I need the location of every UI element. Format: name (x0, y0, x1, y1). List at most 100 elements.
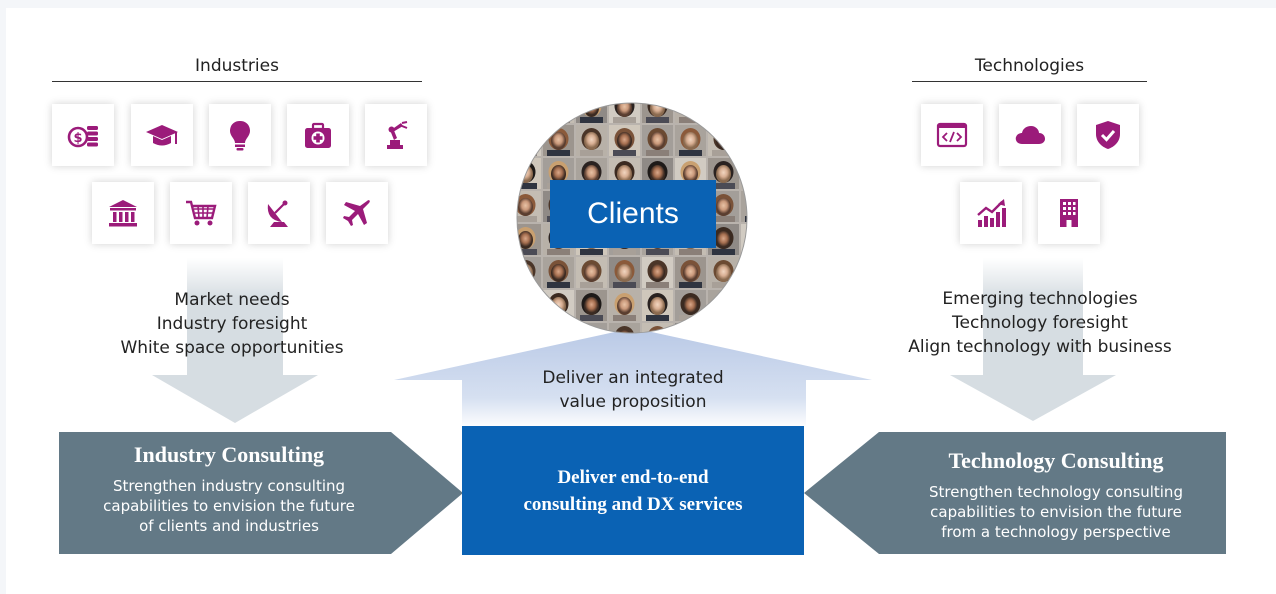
clients-label: Clients (550, 180, 716, 248)
mosaic-hair (548, 103, 569, 117)
mosaic-cell (576, 323, 607, 333)
mosaic-face (650, 297, 665, 315)
mosaic-face (584, 132, 599, 150)
technology-consulting-line: Strengthen technology consulting (929, 483, 1183, 501)
mosaic-face (683, 103, 698, 117)
mosaic-face (518, 330, 533, 333)
diagram-canvas: Industries Market needs Industry foresig… (6, 8, 1276, 594)
integrated-value-line: value proposition (559, 392, 707, 412)
mosaic-hair (746, 103, 747, 117)
lightbulb-icon (209, 104, 271, 166)
mosaic-shoulders (712, 249, 735, 255)
industries-rule (52, 81, 422, 82)
mosaic-cell (517, 290, 541, 321)
mosaic-face (617, 132, 632, 150)
mosaic-hair (746, 260, 747, 282)
mosaic-hair (517, 326, 536, 333)
integrated-value-text: Deliver an integrated value proposition (474, 366, 792, 414)
mosaic-shoulders (547, 282, 570, 288)
shield-check-icon (1077, 104, 1139, 166)
satellite-dish-icon (248, 182, 310, 244)
mosaic-shoulders (517, 183, 537, 189)
technologies-arrow-line: Emerging technologies (942, 289, 1138, 309)
mosaic-face (518, 198, 533, 216)
mosaic-face (683, 264, 698, 282)
mosaic-shoulders (580, 117, 603, 123)
mosaic-shoulders (745, 183, 747, 189)
mosaic-face (617, 297, 632, 315)
mosaic-shoulders (517, 150, 537, 156)
mosaic-hair (746, 161, 747, 183)
industries-arrow-line: Industry foresight (156, 314, 308, 334)
mosaic-shoulders (517, 216, 537, 222)
mosaic-shoulders (547, 315, 570, 321)
mosaic-cell (741, 323, 747, 333)
mosaic-shoulders (646, 117, 669, 123)
mosaic-face (716, 103, 731, 117)
mosaic-shoulders (547, 249, 570, 255)
mosaic-face (716, 198, 731, 216)
mosaic-hair (517, 293, 536, 315)
industry-consulting-title: Industry Consulting (133, 442, 325, 467)
mosaic-cell (517, 323, 541, 333)
mosaic-hair (713, 326, 734, 333)
money-icon: $ (52, 104, 114, 166)
mosaic-shoulders (712, 315, 735, 321)
cloud-icon (999, 104, 1061, 166)
industries-arrow-text: Market needs Industry foresight White sp… (82, 288, 382, 360)
mosaic-shoulders (580, 282, 603, 288)
code-window-icon (921, 104, 983, 166)
mosaic-face (584, 264, 599, 282)
mosaic-cell (741, 257, 747, 288)
mosaic-shoulders (679, 249, 702, 255)
technology-consulting-block: Technology Consulting Strengthen technol… (886, 432, 1226, 554)
technology-consulting-desc: Strengthen technology consulting capabil… (886, 482, 1226, 542)
mosaic-hair (746, 293, 747, 315)
mosaic-shoulders (679, 315, 702, 321)
mosaic-face (716, 330, 731, 333)
mosaic-shoulders (712, 117, 735, 123)
mosaic-shoulders (646, 282, 669, 288)
mosaic-cell (675, 323, 706, 333)
mosaic-face (716, 231, 731, 249)
mosaic-face (683, 330, 698, 333)
mosaic-shoulders (745, 249, 747, 255)
mosaic-hair (746, 326, 747, 333)
mosaic-shoulders (679, 150, 702, 156)
end-to-end-line: consulting and DX services (523, 493, 743, 515)
technologies-title: Technologies (974, 56, 1085, 76)
technology-consulting-line: capabilities to envision the future (930, 503, 1182, 521)
mosaic-cell (517, 125, 541, 156)
mosaic-face (716, 165, 731, 183)
mosaic-face (716, 297, 731, 315)
mosaic-shoulders (580, 249, 603, 255)
mosaic-hair (548, 326, 569, 333)
technologies-arrow-line: Align technology with business (908, 337, 1172, 357)
office-building-icon (1038, 182, 1100, 244)
technologies-arrow-text: Emerging technologies Technology foresig… (880, 287, 1200, 359)
shopping-cart-icon (170, 182, 232, 244)
mosaic-cell (708, 323, 739, 333)
mosaic-shoulders (613, 117, 636, 123)
mosaic-shoulders (517, 282, 537, 288)
mosaic-face (518, 103, 533, 117)
mosaic-face (518, 297, 533, 315)
industry-consulting-desc: Strengthen industry consulting capabilit… (59, 476, 399, 536)
integrated-value-line: Deliver an integrated (542, 368, 724, 388)
mosaic-hair (713, 103, 734, 117)
mosaic-shoulders (580, 150, 603, 156)
mosaic-face (551, 103, 566, 117)
mosaic-cell (708, 103, 739, 123)
mosaic-shoulders (646, 150, 669, 156)
mosaic-hair (680, 326, 701, 333)
mosaic-cell (543, 323, 574, 333)
robot-arm-icon (365, 104, 427, 166)
bank-icon (92, 182, 154, 244)
technologies-arrow-line: Technology foresight (952, 313, 1128, 333)
mosaic-face (683, 132, 698, 150)
medical-kit-icon (287, 104, 349, 166)
mosaic-hair (713, 128, 734, 150)
mosaic-shoulders (646, 249, 669, 255)
mosaic-shoulders (679, 117, 702, 123)
industry-consulting-line: of clients and industries (139, 517, 319, 535)
